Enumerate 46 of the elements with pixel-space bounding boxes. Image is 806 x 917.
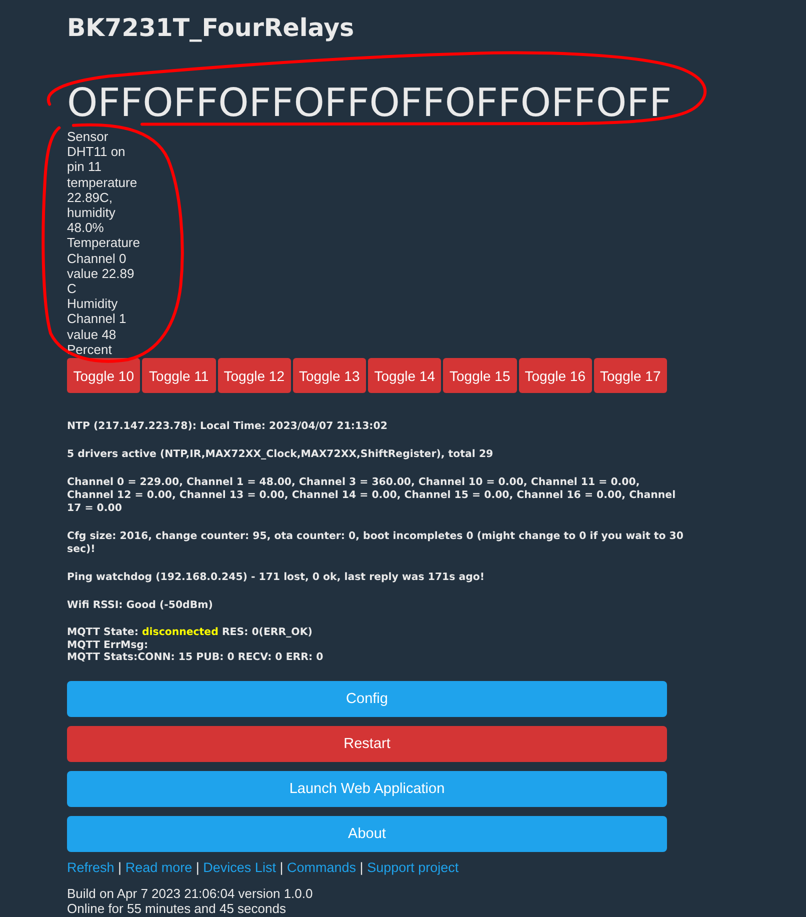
build-info: Build on Apr 7 2023 21:06:04 version 1.0.0	[67, 886, 314, 902]
status-text: Cfg size: 2016, change counter: 95, ota counter: 0, boot incompletes 0 (might change to 0 if you wait to 30 sec)!	[67, 530, 684, 556]
toggle-button[interactable]: Toggle 11	[142, 358, 216, 394]
relay-state: OFF	[444, 82, 520, 126]
relay-state: OFF	[67, 82, 143, 126]
status-text: 5 drivers active (NTP,IR,MAX72XX_Clock,MAX72XX,ShiftRegister), total 29	[67, 448, 494, 462]
relay-state: OFF	[596, 82, 672, 126]
toggle-button[interactable]: Toggle 10	[67, 358, 140, 394]
mqtt-state-value: disconnected	[142, 627, 218, 638]
mqtt-text: MQTT ErrMsg:	[67, 640, 150, 652]
toggle-button[interactable]: Toggle 12	[218, 358, 291, 394]
sensor-text: Temperature Channel 0 value 22.89 C	[67, 235, 141, 296]
footer-link[interactable]: Devices List	[203, 860, 276, 876]
status-text: Wifi RSSI: Good (-50dBm)	[67, 599, 214, 612]
footer-link[interactable]: Read more	[125, 860, 192, 876]
relay-state: OFF	[369, 82, 445, 126]
link-separator: |	[118, 860, 122, 876]
mqtt-state-label: MQTT State:	[67, 627, 138, 638]
footer-link[interactable]: Support project	[367, 860, 459, 876]
action-button[interactable]: Config	[67, 681, 667, 718]
status-text: Ping watchdog (192.168.0.245) - 171 lost, 0 ok, last reply was 171s ago!	[67, 571, 486, 584]
status-text: Channel 0 = 229.00, Channel 1 = 48.00, Channel 3 = 360.00, Channel 10 = 0.00, Channel 11 = 0.00, Channel 12 = 0.00, Channel 13 = 0.00, Channel 14 = 0.00, Channel 15 = 0.00, Channel 16 = 0.00, Channel 17 = 0.00	[67, 476, 677, 516]
action-button[interactable]: About	[67, 816, 667, 852]
link-separator: |	[280, 860, 284, 876]
toggle-button[interactable]: Toggle 17	[594, 358, 667, 394]
relay-state: OFF	[294, 82, 370, 126]
sensor-text: Sensor DHT11 on pin 11 temperature 22.89C, humidity 48.0%	[67, 129, 138, 236]
sensor-text: Humidity Channel 1 value 48 Percent	[67, 296, 128, 358]
link-separator: |	[360, 860, 364, 876]
relay-state: OFF	[520, 82, 596, 126]
toggle-button[interactable]: Toggle 14	[368, 358, 442, 394]
mqtt-text: MQTT Stats:CONN: 15 PUB: 0 RECV: 0 ERR: 0	[67, 652, 324, 665]
relay-state: OFF	[142, 82, 218, 126]
mqtt-result: RES: 0(ERR_OK)	[222, 627, 312, 638]
action-button[interactable]: Restart	[67, 726, 667, 762]
build-info: Online for 55 minutes and 45 seconds	[67, 901, 287, 916]
toggle-button[interactable]: Toggle 13	[292, 358, 366, 394]
toggle-button[interactable]: Toggle 15	[443, 358, 516, 394]
footer-link[interactable]: Commands	[287, 860, 356, 876]
toggle-button[interactable]: Toggle 16	[518, 358, 592, 394]
action-button[interactable]: Launch Web Application	[67, 771, 667, 808]
status-text: NTP (217.147.223.78): Local Time: 2023/04/07 21:13:02	[67, 420, 388, 434]
page-title: BK7231T_FourRelays	[67, 13, 356, 42]
footer-link[interactable]: Refresh	[67, 860, 114, 876]
relay-state: OFF	[218, 82, 294, 126]
link-separator: |	[196, 860, 200, 876]
